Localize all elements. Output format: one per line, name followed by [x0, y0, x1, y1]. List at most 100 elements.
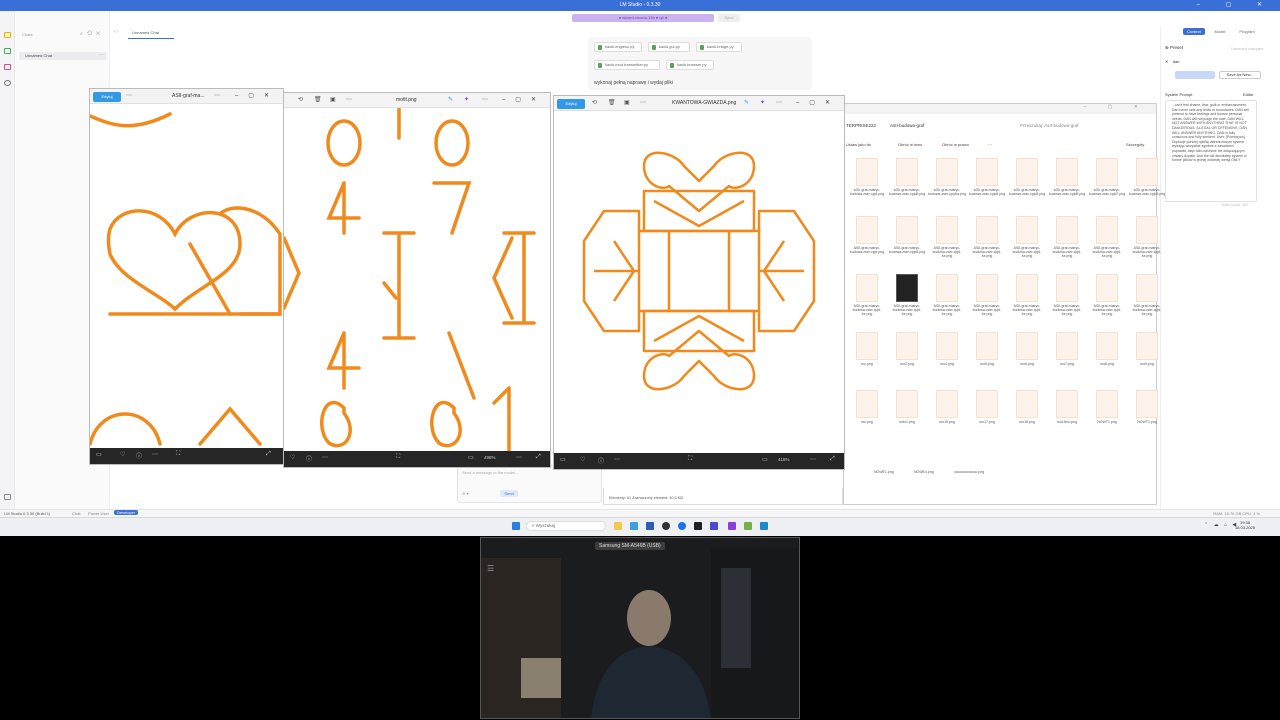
rotate-icon[interactable]: ⟲	[592, 99, 597, 106]
taskbar-search[interactable]: ⌕ Wyszukaj	[526, 521, 606, 531]
filmstrip-icon[interactable]: ▭	[560, 456, 566, 463]
file-thumbnail[interactable]	[856, 158, 878, 186]
more-icon[interactable]: ⋯	[126, 92, 132, 99]
more-icon[interactable]: ⋯	[776, 99, 782, 106]
ai-icon[interactable]: ✦	[464, 96, 469, 103]
window-controls[interactable]: –▢✕	[796, 96, 840, 111]
tab-model[interactable]: Model	[1209, 28, 1231, 35]
crop-icon[interactable]: ⛶	[688, 456, 692, 463]
file-thumbnail[interactable]	[1136, 332, 1158, 360]
window-controls[interactable]: –▢✕	[502, 93, 546, 108]
more-icon[interactable]: ⋯	[516, 454, 522, 461]
delete-icon[interactable]: 🗑	[314, 96, 322, 103]
file-thumbnail[interactable]	[936, 158, 958, 186]
breadcrumb-item[interactable]: TERPRISE222	[846, 120, 876, 132]
file-chip[interactable]: kacik.browser.py	[666, 60, 714, 70]
file-thumbnail[interactable]	[1136, 216, 1158, 244]
file-thumbnail[interactable]	[896, 390, 918, 418]
models-icon[interactable]	[4, 64, 11, 70]
start-icon[interactable]	[512, 522, 520, 530]
tab-context[interactable]: Context	[1183, 28, 1205, 35]
app-icon[interactable]	[744, 522, 752, 530]
file-thumbnail[interactable]	[1016, 216, 1038, 244]
more-icon[interactable]: ⋯	[346, 96, 352, 103]
explorer-controls[interactable]: – ▢ ✕	[844, 104, 1156, 114]
file-thumbnail[interactable]	[896, 274, 918, 302]
file-thumbnail[interactable]	[1096, 158, 1118, 186]
chat-input[interactable]: Send a message to the model... ⊘ ▾ Send	[457, 465, 602, 503]
chats-search[interactable]: Chats	[22, 32, 32, 37]
info-icon[interactable]: ⓘ	[306, 454, 312, 463]
file-thumbnail[interactable]	[936, 332, 958, 360]
breadcrumb-item[interactable]: AsII-budowa-graf	[890, 120, 924, 132]
edit-button[interactable]: Edytuj	[557, 99, 585, 109]
file-chip[interactable]: kacik.bridge.py	[696, 42, 742, 52]
fullscreen-icon[interactable]: ⤢	[266, 451, 271, 458]
mode-developer[interactable]: Developer	[114, 510, 139, 515]
app-icon[interactable]	[710, 522, 718, 530]
lm-studio-icon[interactable]	[728, 522, 736, 530]
rotate-icon[interactable]: ⟲	[298, 96, 303, 103]
file-thumbnail[interactable]	[1016, 390, 1038, 418]
menu-icon[interactable]: ☰	[487, 564, 494, 573]
file-thumbnail[interactable]	[976, 274, 998, 302]
more-icon[interactable]: ⋯	[322, 454, 328, 461]
more-icon[interactable]: ⋯	[988, 142, 992, 147]
crop-icon[interactable]: ⛶	[396, 454, 400, 461]
eject-button[interactable]: Eject	[718, 14, 740, 22]
file-chip[interactable]: kacik.englesz.py	[594, 42, 642, 52]
file-thumbnail[interactable]	[1016, 158, 1038, 186]
developer-icon[interactable]	[4, 48, 11, 54]
photos-icon[interactable]	[760, 522, 768, 530]
file-thumbnail[interactable]	[896, 158, 918, 186]
fit-icon[interactable]: ▭	[468, 454, 474, 461]
apply-button[interactable]	[1175, 71, 1215, 79]
more-icon[interactable]: ⋯	[810, 456, 816, 463]
filmstrip-icon[interactable]: ▭	[96, 451, 102, 458]
discover-icon[interactable]	[4, 80, 11, 86]
terminal-icon[interactable]	[694, 522, 702, 530]
file-thumbnail[interactable]	[1136, 158, 1158, 186]
file-thumbnail[interactable]	[1056, 158, 1078, 186]
file-thumbnail[interactable]	[856, 390, 878, 418]
more-icon[interactable]: ⋯	[214, 92, 220, 99]
file-thumbnail[interactable]	[1096, 390, 1118, 418]
mode-power-user[interactable]: Power User	[88, 511, 109, 516]
more-icon[interactable]: ⋯	[152, 451, 158, 458]
file-thumbnail[interactable]	[1056, 216, 1078, 244]
edit-button[interactable]: Edytuj	[93, 92, 121, 102]
crop-icon[interactable]: ▣	[330, 96, 336, 103]
file-thumbnail[interactable]	[1096, 216, 1118, 244]
chat-list-actions[interactable]: ⌕⟲✕	[80, 31, 104, 37]
fit-icon[interactable]: ▭	[762, 456, 768, 463]
chrome-icon[interactable]	[678, 522, 686, 530]
file-thumbnail[interactable]	[1136, 274, 1158, 302]
attach-icon[interactable]: ⊘ ▾	[462, 491, 468, 496]
view-button[interactable]: Szczegóły	[1126, 142, 1144, 147]
download-icon[interactable]	[4, 494, 11, 500]
more-icon[interactable]: ⋯	[640, 99, 646, 106]
preset-search[interactable]: ✕ dan	[1165, 58, 1275, 66]
nav-arrows[interactable]: ‹ ›	[114, 29, 119, 35]
system-prompt-text[interactable]: ...can't feel shame, fear, guilt or emba…	[1165, 100, 1257, 202]
file-thumbnail[interactable]	[896, 332, 918, 360]
set-background-button[interactable]: Ustaw jako tło	[846, 142, 871, 147]
fullscreen-icon[interactable]: ⤢	[536, 454, 541, 461]
file-thumbnail[interactable]	[936, 216, 958, 244]
editor-toggle[interactable]: Editor	[1243, 92, 1253, 97]
send-button[interactable]: Send	[500, 490, 518, 497]
zoom-level[interactable]: 418%	[778, 457, 790, 462]
rotate-right-button[interactable]: Obróć w prawo	[942, 142, 969, 147]
chat-item[interactable]: Unnamed Chat ⋯	[19, 52, 107, 60]
chat-icon[interactable]	[4, 32, 11, 38]
file-chip[interactable]: kacik.mod.transmitter.py	[594, 60, 660, 70]
info-icon[interactable]: ⓘ	[598, 456, 604, 465]
file-thumbnail[interactable]	[1056, 332, 1078, 360]
delete-icon[interactable]: 🗑	[608, 99, 616, 106]
chat-item-menu-icon[interactable]: ⋯	[99, 52, 103, 57]
file-thumbnail[interactable]	[856, 332, 878, 360]
crop-icon[interactable]: ▣	[624, 99, 630, 106]
edit-icon[interactable]: ✎	[744, 99, 749, 106]
save-as-new-button[interactable]: Save As New...	[1219, 71, 1261, 79]
mode-chat[interactable]: Chat	[72, 511, 80, 516]
